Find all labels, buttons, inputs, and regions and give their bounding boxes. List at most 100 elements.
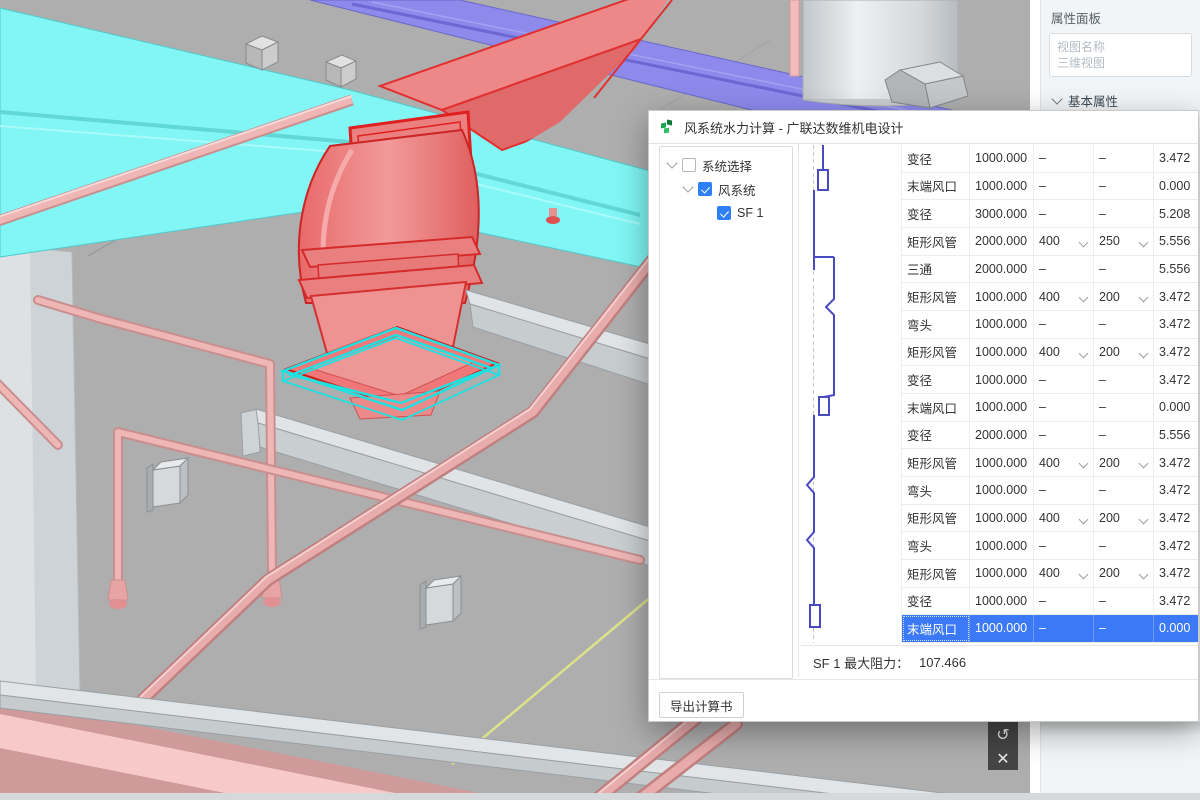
cell-res[interactable]: 5.556 <box>1154 422 1198 449</box>
cell-h[interactable]: 200 <box>1094 449 1154 476</box>
dropdown-chevron-icon[interactable] <box>1139 238 1149 248</box>
cell-name[interactable]: 弯头 <box>902 532 970 559</box>
cell-h[interactable]: 200 <box>1094 560 1154 587</box>
cell-name[interactable]: 变径 <box>902 422 970 449</box>
cell-h[interactable]: – <box>1094 422 1154 449</box>
table-row[interactable]: 弯头1000.000––3.472 <box>902 532 1198 560</box>
dropdown-chevron-icon[interactable] <box>1139 348 1149 358</box>
cell-res[interactable]: 3.472 <box>1154 560 1198 587</box>
cell-name[interactable]: 变径 <box>902 366 970 393</box>
cell-res[interactable]: 0.000 <box>1154 394 1198 421</box>
cell-w[interactable]: – <box>1034 394 1094 421</box>
table-row[interactable]: 变径1000.000––3.472 <box>902 588 1198 616</box>
dropdown-chevron-icon[interactable] <box>1079 238 1089 248</box>
cell-h[interactable]: 200 <box>1094 505 1154 532</box>
reset-view-icon[interactable]: ↺ <box>988 722 1018 746</box>
dropdown-chevron-icon[interactable] <box>1079 348 1089 358</box>
cell-h[interactable]: 200 <box>1094 283 1154 310</box>
cell-flow[interactable]: 1000.000 <box>970 560 1034 587</box>
cell-h[interactable]: – <box>1094 366 1154 393</box>
tree-node-sf1[interactable]: SF 1 <box>660 201 792 225</box>
cell-flow[interactable]: 1000.000 <box>970 588 1034 615</box>
cell-name[interactable]: 矩形风管 <box>902 228 970 255</box>
cell-flow[interactable]: 1000.000 <box>970 366 1034 393</box>
cell-flow[interactable]: 3000.000 <box>970 200 1034 227</box>
table-row[interactable]: 矩形风管1000.0004002003.472 <box>902 339 1198 367</box>
export-report-button[interactable]: 导出计算书 <box>659 692 744 718</box>
table-row[interactable]: 变径3000.000––5.208 <box>902 200 1198 228</box>
cell-w[interactable]: – <box>1034 311 1094 338</box>
table-row[interactable]: 变径1000.000––3.472 <box>902 366 1198 394</box>
cell-w[interactable]: – <box>1034 366 1094 393</box>
cell-name[interactable]: 矩形风管 <box>902 449 970 476</box>
cell-name[interactable]: 矩形风管 <box>902 283 970 310</box>
cell-w[interactable]: – <box>1034 256 1094 283</box>
cell-w[interactable]: 400 <box>1034 228 1094 255</box>
cell-res[interactable]: 3.472 <box>1154 532 1198 559</box>
cell-flow[interactable]: 2000.000 <box>970 256 1034 283</box>
dropdown-chevron-icon[interactable] <box>1139 514 1149 524</box>
tree-node-system-select[interactable]: 系统选择 <box>660 153 792 177</box>
cell-name[interactable]: 弯头 <box>902 477 970 504</box>
cell-flow[interactable]: 1000.000 <box>970 311 1034 338</box>
chevron-down-icon[interactable] <box>666 157 677 168</box>
cell-w[interactable]: 400 <box>1034 505 1094 532</box>
cell-name[interactable]: 末端风口 <box>902 394 970 421</box>
cell-flow[interactable]: 2000.000 <box>970 422 1034 449</box>
cell-w[interactable]: 400 <box>1034 449 1094 476</box>
cell-res[interactable]: 3.472 <box>1154 588 1198 615</box>
cell-h[interactable]: – <box>1094 200 1154 227</box>
cell-flow[interactable]: 1000.000 <box>970 532 1034 559</box>
table-row[interactable]: 变径1000.000––3.472 <box>902 145 1198 173</box>
cell-res[interactable]: 5.208 <box>1154 200 1198 227</box>
table-row[interactable]: 矩形风管1000.0004002003.472 <box>902 283 1198 311</box>
cell-res[interactable]: 5.556 <box>1154 256 1198 283</box>
cell-res[interactable]: 0.000 <box>1154 173 1198 200</box>
table-row[interactable]: 弯头1000.000––3.472 <box>902 311 1198 339</box>
table-row[interactable]: 末端风口1000.000––0.000 <box>902 173 1198 201</box>
cell-flow[interactable]: 1000.000 <box>970 449 1034 476</box>
cell-name[interactable]: 变径 <box>902 145 970 172</box>
cell-res[interactable]: 3.472 <box>1154 339 1198 366</box>
cell-flow[interactable]: 2000.000 <box>970 228 1034 255</box>
cell-flow[interactable]: 1000.000 <box>970 477 1034 504</box>
cell-name[interactable]: 三通 <box>902 256 970 283</box>
cell-name[interactable]: 变径 <box>902 200 970 227</box>
table-row[interactable]: 末端风口1000.000––0.000 <box>902 615 1198 643</box>
dropdown-chevron-icon[interactable] <box>1079 514 1089 524</box>
table-row[interactable]: 末端风口1000.000––0.000 <box>902 394 1198 422</box>
dropdown-chevron-icon[interactable] <box>1139 459 1149 469</box>
table-row[interactable]: 弯头1000.000––3.472 <box>902 477 1198 505</box>
cell-name[interactable]: 末端风口 <box>902 173 970 200</box>
cell-w[interactable]: 400 <box>1034 560 1094 587</box>
checkbox-air-system[interactable] <box>698 182 712 196</box>
checkbox-sf1[interactable] <box>717 206 731 220</box>
cell-flow[interactable]: 1000.000 <box>970 145 1034 172</box>
cell-w[interactable]: – <box>1034 422 1094 449</box>
cell-w[interactable]: 400 <box>1034 283 1094 310</box>
tree-node-air-system[interactable]: 风系统 <box>660 177 792 201</box>
cell-h[interactable]: – <box>1094 615 1154 642</box>
cell-w[interactable]: – <box>1034 588 1094 615</box>
chevron-down-icon[interactable] <box>682 181 693 192</box>
cell-res[interactable]: 3.472 <box>1154 366 1198 393</box>
cell-h[interactable]: – <box>1094 256 1154 283</box>
dropdown-chevron-icon[interactable] <box>1079 569 1089 579</box>
cell-h[interactable]: – <box>1094 588 1154 615</box>
cell-name[interactable]: 弯头 <box>902 311 970 338</box>
cell-res[interactable]: 3.472 <box>1154 283 1198 310</box>
cell-name[interactable]: 矩形风管 <box>902 339 970 366</box>
cell-h[interactable]: – <box>1094 311 1154 338</box>
cell-name[interactable]: 末端风口 <box>902 615 970 642</box>
cell-res[interactable]: 5.556 <box>1154 228 1198 255</box>
cell-h[interactable]: – <box>1094 394 1154 421</box>
table-row[interactable]: 变径2000.000––5.556 <box>902 422 1198 450</box>
cell-w[interactable]: – <box>1034 145 1094 172</box>
cell-w[interactable]: 400 <box>1034 339 1094 366</box>
dropdown-chevron-icon[interactable] <box>1079 459 1089 469</box>
cell-h[interactable]: 250 <box>1094 228 1154 255</box>
cell-res[interactable]: 3.472 <box>1154 477 1198 504</box>
table-row[interactable]: 矩形风管1000.0004002003.472 <box>902 449 1198 477</box>
table-row[interactable]: 矩形风管1000.0004002003.472 <box>902 560 1198 588</box>
table-row[interactable]: 矩形风管2000.0004002505.556 <box>902 228 1198 256</box>
